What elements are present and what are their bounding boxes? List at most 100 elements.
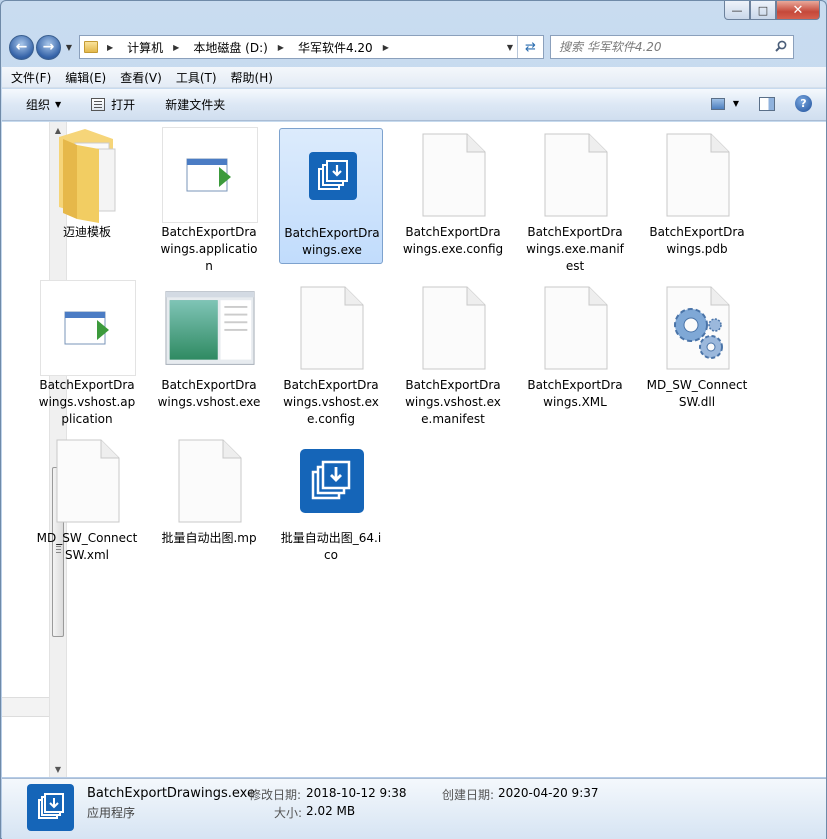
created-label: 创建日期:: [442, 788, 495, 802]
breadcrumb-disk[interactable]: 本地磁盘 (D:) ▶: [190, 39, 295, 56]
folder-icon: [43, 129, 133, 223]
details-pane: BatchExportDrawings.exe 应用程序 修改日期: 2018-…: [2, 778, 826, 839]
chevron-right-icon: ▶: [277, 42, 284, 52]
menu-tools[interactable]: 工具(T): [176, 69, 217, 86]
maximize-button[interactable]: □: [750, 1, 776, 20]
close-button[interactable]: ✕: [776, 1, 820, 20]
open-button[interactable]: 打开: [91, 96, 135, 113]
address-bar[interactable]: ▶ 计算机 ▶ 本地磁盘 (D:) ▶ 华军软件4.20 ▶ ▼ ⇄: [79, 35, 544, 59]
scroll-down-icon[interactable]: ▼: [50, 761, 66, 777]
file-name-label: 批量自动出图_64.ico: [280, 531, 382, 562]
refresh-icon: ⇄: [525, 39, 536, 55]
file-name-label: BatchExportDrawings.exe.manifest: [526, 225, 624, 273]
help-icon[interactable]: ?: [795, 95, 812, 112]
app-ico-icon: [287, 436, 377, 526]
address-dropdown[interactable]: ▼: [507, 43, 513, 52]
search-icon[interactable]: [775, 40, 787, 52]
menu-view[interactable]: 查看(V): [120, 69, 162, 86]
file-item[interactable]: BatchExportDrawings.pdb: [645, 128, 749, 264]
file-item[interactable]: MD_SW_ConnectSW.dll: [645, 281, 749, 417]
menu-help[interactable]: 帮助(H): [231, 69, 273, 86]
chevron-right-icon: ▶: [382, 42, 389, 52]
refresh-button[interactable]: ⇄: [517, 36, 543, 58]
back-arrow-icon: ←: [15, 39, 28, 55]
file-view: ▲ ▼ 迈迪模板 BatchExportDrawings.application B…: [2, 122, 826, 777]
toolbar-right: ▼ ?: [710, 95, 812, 112]
file-item[interactable]: 迈迪模板: [35, 128, 139, 264]
file-name-label: 迈迪模板: [62, 225, 111, 239]
search-input[interactable]: [559, 40, 759, 54]
forward-button[interactable]: →: [36, 34, 61, 60]
forward-arrow-icon: →: [42, 39, 55, 55]
selected-file-type: 应用程序: [87, 806, 136, 820]
application-icon: [40, 280, 136, 376]
app-exe-icon: [27, 784, 74, 831]
dll-gear-icon: [653, 283, 743, 373]
chevron-down-icon: ▼: [55, 100, 62, 109]
file-item[interactable]: BatchExportDrawings.exe.manifest: [523, 128, 627, 273]
menu-edit[interactable]: 编辑(E): [65, 69, 106, 86]
file-name-label: BatchExportDrawings.exe: [284, 226, 380, 257]
selected-file-name: BatchExportDrawings.exe: [87, 786, 255, 801]
file-item[interactable]: BatchExportDrawings.vshost.exe.manifest: [401, 281, 505, 426]
file-name-label: 批量自动出图.mp: [161, 531, 257, 545]
file-name-label: BatchExportDrawings.application: [160, 225, 258, 273]
file-name-label: BatchExportDrawings.vshost.exe.manifest: [405, 378, 501, 426]
breadcrumb-root-chevron[interactable]: ▶: [104, 43, 124, 52]
blank-file-icon: [531, 283, 621, 373]
file-name-label: BatchExportDrawings.vshost.exe.config: [283, 378, 379, 426]
navigation-pane-edge: [2, 697, 50, 717]
menu-file[interactable]: 文件(F): [11, 69, 51, 86]
recent-pages-dropdown[interactable]: ▼: [63, 43, 75, 52]
file-name-label: MD_SW_ConnectSW.xml: [36, 531, 138, 562]
file-item[interactable]: 批量自动出图_64.ico: [279, 434, 383, 570]
preview-pane-icon[interactable]: [759, 96, 775, 111]
file-item[interactable]: BatchExportDrawings.application: [157, 127, 261, 273]
explorer-window: — □ ✕ ← → ▼ ▶ 计算机 ▶ 本地磁盘 (D:) ▶ 华军软件4.20 ▶ …: [0, 0, 827, 839]
change-view-icon[interactable]: [710, 97, 725, 110]
search-box: [550, 35, 794, 59]
blank-file-icon: [165, 436, 255, 526]
file-item[interactable]: BatchExportDrawings.exe.config: [401, 128, 505, 264]
back-button[interactable]: ←: [9, 34, 34, 60]
window-preview-icon: [165, 283, 255, 373]
blank-file-icon: [409, 283, 499, 373]
file-item[interactable]: BatchExportDrawings.exe: [279, 128, 383, 264]
modified-label: 修改日期:: [249, 788, 302, 802]
file-name-label: MD_SW_ConnectSW.dll: [646, 378, 748, 409]
created-value: 2020-04-20 9:37: [498, 786, 599, 800]
modified-value: 2018-10-12 9:38: [306, 786, 407, 800]
blank-file-icon: [287, 283, 377, 373]
file-item[interactable]: BatchExportDrawings.XML: [523, 281, 627, 417]
chevron-right-icon: ▶: [107, 42, 114, 52]
caption-buttons: — □ ✕: [724, 1, 820, 21]
organize-button[interactable]: 组织 ▼: [26, 96, 61, 113]
size-value: 2.02 MB: [306, 804, 356, 818]
blank-file-icon: [409, 130, 499, 220]
open-icon: [91, 98, 106, 111]
breadcrumb-computer[interactable]: 计算机 ▶: [124, 39, 190, 56]
chevron-right-icon: ▶: [173, 42, 180, 52]
app-exe-icon: [288, 131, 378, 221]
address-row: ← → ▼ ▶ 计算机 ▶ 本地磁盘 (D:) ▶ 华军软件4.20 ▶ ▼ ⇄: [9, 34, 820, 60]
file-item[interactable]: MD_SW_ConnectSW.xml: [35, 434, 139, 570]
new-folder-button[interactable]: 新建文件夹: [165, 96, 225, 113]
blank-file-icon: [653, 130, 743, 220]
file-name-label: BatchExportDrawings.vshost.exe: [157, 378, 261, 409]
file-name-label: BatchExportDrawings.vshost.application: [38, 378, 136, 426]
file-item[interactable]: BatchExportDrawings.vshost.exe: [157, 281, 261, 417]
file-item[interactable]: 批量自动出图.mp: [157, 434, 261, 570]
minimize-button[interactable]: —: [724, 1, 750, 20]
file-name-label: BatchExportDrawings.exe.config: [402, 225, 504, 256]
view-options-dropdown[interactable]: ▼: [733, 99, 739, 108]
file-name-label: BatchExportDrawings.pdb: [649, 225, 745, 256]
blank-file-icon: [531, 130, 621, 220]
menu-bar: 文件(F) 编辑(E) 查看(V) 工具(T) 帮助(H): [2, 67, 826, 88]
command-bar: 组织 ▼ 打开 新建文件夹 ▼ ?: [2, 89, 826, 121]
breadcrumb-folder[interactable]: 华军软件4.20 ▶: [295, 39, 400, 56]
file-name-label: BatchExportDrawings.XML: [527, 378, 623, 409]
file-item[interactable]: BatchExportDrawings.vshost.application: [35, 280, 139, 426]
size-label: 大小:: [274, 806, 303, 820]
blank-file-icon: [43, 436, 133, 526]
file-item[interactable]: BatchExportDrawings.vshost.exe.config: [279, 281, 383, 426]
